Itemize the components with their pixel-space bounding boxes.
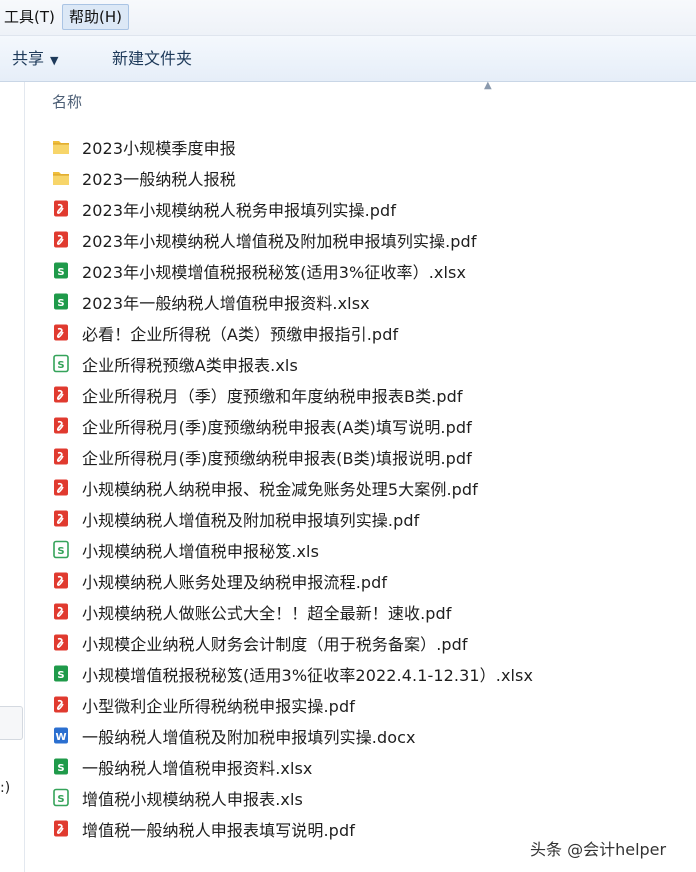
pdf-file-icon xyxy=(52,230,70,250)
column-header-name[interactable]: 名称 xyxy=(52,91,82,112)
xlsx-file-icon: S xyxy=(52,757,70,777)
file-name: 必看！企业所得税（A类）预缴申报指引.pdf xyxy=(82,324,399,344)
file-row[interactable]: W 一般纳税人增值税及附加税申报填列实操.docx xyxy=(52,720,692,751)
pdf-file-icon xyxy=(52,695,70,715)
share-button[interactable]: 共享 ▼ xyxy=(12,46,58,72)
file-row[interactable]: 必看！企业所得税（A类）预缴申报指引.pdf xyxy=(52,317,692,348)
menu-bar: 工具(T) 帮助(H) xyxy=(0,0,696,36)
sort-ascending-icon: ▲ xyxy=(484,80,492,91)
file-name: 小规模增值税报税秘笈(适用3%征收率2022.4.1-12.31）.xlsx xyxy=(82,665,534,685)
file-name: 企业所得税月（季）度预缴和年度纳税申报表B类.pdf xyxy=(82,386,463,406)
folder-row[interactable]: 2023小规模季度申报 xyxy=(52,131,692,162)
file-row[interactable]: 小规模纳税人纳税申报、税金减免账务处理5大案例.pdf xyxy=(52,472,692,503)
svg-text:S: S xyxy=(57,670,64,681)
xls-file-icon: S xyxy=(52,788,70,808)
file-list: 2023小规模季度申报 2023一般纳税人报税 2023年小规模纳税人税务申报填列实… xyxy=(52,131,692,844)
toolbar: 共享 ▼ 新建文件夹 xyxy=(0,36,696,82)
pdf-file-icon xyxy=(52,819,70,839)
file-row[interactable]: S 小规模纳税人增值税申报秘笈.xls xyxy=(52,534,692,565)
file-name: 小规模纳税人增值税及附加税申报填列实操.pdf xyxy=(82,510,420,530)
pdf-file-icon xyxy=(52,602,70,622)
file-row[interactable]: 小规模纳税人增值税及附加税申报填列实操.pdf xyxy=(52,503,692,534)
xls-file-icon: S xyxy=(52,354,70,374)
file-name: 一般纳税人增值税及附加税申报填列实操.docx xyxy=(82,727,416,747)
svg-text:S: S xyxy=(57,763,64,774)
file-name: 小规模纳税人账务处理及纳税申报流程.pdf xyxy=(82,572,388,592)
xlsx-file-icon: S xyxy=(52,664,70,684)
xlsx-file-icon: S xyxy=(52,261,70,281)
file-name: 小规模企业纳税人财务会计制度（用于税务备案）.pdf xyxy=(82,634,468,654)
file-row[interactable]: S 企业所得税预缴A类申报表.xls xyxy=(52,348,692,379)
svg-text:S: S xyxy=(57,360,64,371)
file-row[interactable]: S 小规模增值税报税秘笈(适用3%征收率2022.4.1-12.31）.xlsx xyxy=(52,658,692,689)
pdf-file-icon xyxy=(52,571,70,591)
file-name: 2023年小规模增值税报税秘笈(适用3%征收率）.xlsx xyxy=(82,262,467,282)
file-name: 小规模纳税人做账公式大全！！超全最新！速收.pdf xyxy=(82,603,452,623)
file-row[interactable]: S 一般纳税人增值税申报资料.xlsx xyxy=(52,751,692,782)
folder-row[interactable]: 2023一般纳税人报税 xyxy=(52,162,692,193)
pdf-file-icon xyxy=(52,385,70,405)
pdf-file-icon xyxy=(52,509,70,529)
file-name: 企业所得税月(季)度预缴纳税申报表(A类)填写说明.pdf xyxy=(82,417,472,437)
share-label: 共享 xyxy=(12,49,45,68)
file-name: 企业所得税月(季)度预缴纳税申报表(B类)填报说明.pdf xyxy=(82,448,472,468)
xlsx-file-icon: S xyxy=(52,292,70,312)
file-row[interactable]: 小型微利企业所得税纳税申报实操.pdf xyxy=(52,689,692,720)
file-row[interactable]: S 2023年小规模增值税报税秘笈(适用3%征收率）.xlsx xyxy=(52,255,692,286)
folder-icon xyxy=(52,168,70,188)
xls-file-icon: S xyxy=(52,540,70,560)
new-folder-button[interactable]: 新建文件夹 xyxy=(112,46,192,72)
pdf-file-icon xyxy=(52,199,70,219)
pdf-file-icon xyxy=(52,447,70,467)
file-name: 小型微利企业所得税纳税申报实操.pdf xyxy=(82,696,355,716)
file-row[interactable]: S 增值税小规模纳税人申报表.xls xyxy=(52,782,692,813)
file-name: 小规模纳税人纳税申报、税金减免账务处理5大案例.pdf xyxy=(82,479,478,499)
pdf-file-icon xyxy=(52,478,70,498)
menu-help[interactable]: 帮助(H) xyxy=(62,4,129,30)
file-row[interactable]: 2023年小规模纳税人增值税及附加税申报填列实操.pdf xyxy=(52,224,692,255)
file-name: 2023一般纳税人报税 xyxy=(82,169,236,189)
chevron-down-icon: ▼ xyxy=(50,54,59,67)
navigation-pane[interactable] xyxy=(0,82,25,872)
file-name: 2023年一般纳税人增值税申报资料.xlsx xyxy=(82,293,370,313)
folder-icon xyxy=(52,137,70,157)
file-row[interactable]: 小规模纳税人账务处理及纳税申报流程.pdf xyxy=(52,565,692,596)
nav-pane-label-fragment: :) xyxy=(0,780,11,796)
file-name: 2023年小规模纳税人增值税及附加税申报填列实操.pdf xyxy=(82,231,477,251)
file-row[interactable]: 2023年小规模纳税人税务申报填列实操.pdf xyxy=(52,193,692,224)
svg-text:S: S xyxy=(57,298,64,309)
menu-tools[interactable]: 工具(T) xyxy=(0,4,61,30)
watermark: 头条 @会计helper xyxy=(530,840,667,859)
file-row[interactable]: 企业所得税月(季)度预缴纳税申报表(A类)填写说明.pdf xyxy=(52,410,692,441)
file-row[interactable]: 企业所得税月(季)度预缴纳税申报表(B类)填报说明.pdf xyxy=(52,441,692,472)
file-name: 增值税一般纳税人申报表填写说明.pdf xyxy=(82,820,355,840)
pdf-file-icon xyxy=(52,323,70,343)
file-name: 小规模纳税人增值税申报秘笈.xls xyxy=(82,541,320,561)
file-name: 2023小规模季度申报 xyxy=(82,138,236,158)
file-row[interactable]: S 2023年一般纳税人增值税申报资料.xlsx xyxy=(52,286,692,317)
file-row[interactable]: 企业所得税月（季）度预缴和年度纳税申报表B类.pdf xyxy=(52,379,692,410)
file-name: 增值税小规模纳税人申报表.xls xyxy=(82,789,303,809)
file-name: 一般纳税人增值税申报资料.xlsx xyxy=(82,758,313,778)
nav-pane-item[interactable] xyxy=(0,706,23,740)
svg-text:S: S xyxy=(57,267,64,278)
file-row[interactable]: 小规模企业纳税人财务会计制度（用于税务备案）.pdf xyxy=(52,627,692,658)
svg-text:S: S xyxy=(57,546,64,557)
pdf-file-icon xyxy=(52,416,70,436)
svg-text:S: S xyxy=(57,794,64,805)
file-name: 2023年小规模纳税人税务申报填列实操.pdf xyxy=(82,200,397,220)
pdf-file-icon xyxy=(52,633,70,653)
docx-file-icon: W xyxy=(52,726,70,746)
svg-text:W: W xyxy=(55,732,66,743)
file-name: 企业所得税预缴A类申报表.xls xyxy=(82,355,298,375)
file-row[interactable]: 小规模纳税人做账公式大全！！超全最新！速收.pdf xyxy=(52,596,692,627)
